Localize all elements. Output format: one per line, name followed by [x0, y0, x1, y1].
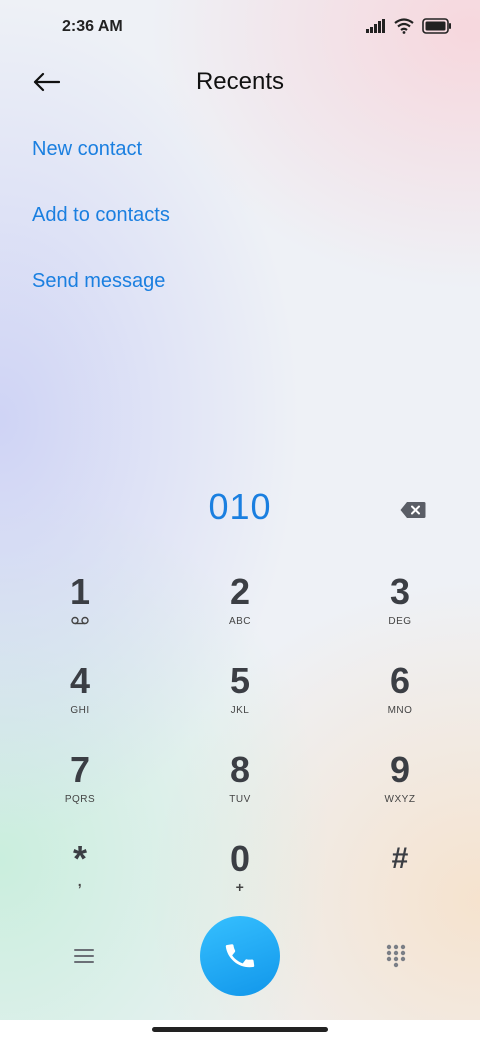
menu-icon — [74, 949, 94, 963]
key-digit: 0 — [229, 838, 251, 879]
key-digit: 2 — [229, 571, 251, 612]
status-icons — [366, 18, 452, 34]
key-digit: 6 — [389, 660, 411, 701]
key-digit: 8 — [229, 749, 251, 790]
signal-icon — [366, 19, 385, 33]
dialpad-icon — [386, 944, 406, 968]
key-digit: 5 — [229, 660, 251, 701]
backspace-button[interactable] — [396, 496, 430, 524]
key-letters: MNO — [387, 705, 413, 716]
backspace-icon — [400, 502, 426, 518]
key-digit: # — [391, 842, 409, 875]
add-to-contacts-link[interactable]: Add to contacts — [32, 196, 170, 262]
key-1[interactable]: 1 — [20, 570, 140, 650]
status-bar: 2:36 AM — [0, 0, 480, 56]
key-letters: , — [77, 873, 83, 889]
key-digit: 9 — [389, 749, 411, 790]
key-2[interactable]: 2 ABC — [180, 570, 300, 650]
key-0[interactable]: 0 + — [180, 837, 300, 917]
key-letters: GHI — [70, 705, 90, 716]
home-indicator[interactable] — [152, 1027, 328, 1032]
key-letters: DEG — [388, 616, 412, 627]
key-digit: 3 — [389, 571, 411, 612]
dialpad-toggle-button[interactable] — [378, 938, 414, 974]
key-3[interactable]: 3 DEG — [340, 570, 460, 650]
key-letters: WXYZ — [384, 794, 416, 805]
voicemail-icon — [71, 616, 89, 625]
call-button[interactable] — [200, 916, 280, 996]
action-list: New contact Add to contacts Send message — [32, 130, 170, 328]
status-time: 2:36 AM — [62, 18, 123, 35]
menu-button[interactable] — [66, 940, 102, 972]
key-letters: ABC — [228, 616, 252, 627]
new-contact-link[interactable]: New contact — [32, 130, 170, 196]
key-7[interactable]: 7 PQRS — [20, 748, 140, 828]
key-digit: 4 — [69, 660, 91, 701]
key-digit: 1 — [69, 571, 91, 612]
key-8[interactable]: 8 TUV — [180, 748, 300, 828]
send-message-link[interactable]: Send message — [32, 262, 170, 328]
key-letters: PQRS — [64, 794, 96, 805]
key-4[interactable]: 4 GHI — [20, 659, 140, 739]
key-5[interactable]: 5 JKL — [180, 659, 300, 739]
phone-icon — [225, 944, 255, 968]
header: Recents — [0, 56, 480, 112]
wifi-icon — [394, 18, 414, 34]
key-letters: JKL — [230, 705, 250, 716]
bottom-bar — [0, 914, 480, 998]
key-hash[interactable]: # — [340, 837, 460, 917]
key-6[interactable]: 6 MNO — [340, 659, 460, 739]
key-letters: + — [235, 879, 245, 895]
key-star[interactable]: * , — [20, 837, 140, 917]
key-digit: 7 — [69, 749, 91, 790]
key-letters: TUV — [229, 794, 251, 805]
page-title: Recents — [195, 68, 285, 95]
key-9[interactable]: 9 WXYZ — [340, 748, 460, 828]
battery-icon — [422, 18, 451, 34]
